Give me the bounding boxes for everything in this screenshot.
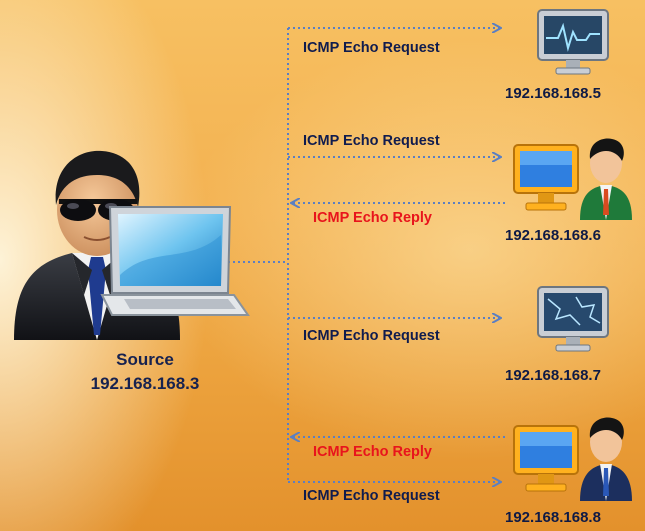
target-ip-2: 192.168.168.6 [505, 227, 601, 244]
user-with-monitor-icon [513, 138, 632, 220]
message-label-2-reply: ICMP Echo Reply [313, 210, 432, 226]
message-label-3-request: ICMP Echo Request [303, 328, 440, 344]
monitor-heartbeat-icon [537, 9, 609, 75]
source-label: Source [116, 350, 174, 369]
target-ip-3: 192.168.168.7 [505, 367, 601, 384]
target-ip-1: 192.168.168.5 [505, 85, 601, 102]
hacker-with-laptop-icon [14, 150, 250, 340]
source-ip: 192.168.168.3 [90, 374, 200, 393]
user-with-monitor-icon [513, 417, 632, 501]
message-label-4-request: ICMP Echo Request [303, 488, 440, 504]
network-diagram: Source 192.168.168.3 192.168.168.5 ICMP … [0, 0, 645, 531]
message-label-1-request: ICMP Echo Request [303, 40, 440, 56]
monitor-cracked-icon [537, 286, 609, 352]
message-label-2-request: ICMP Echo Request [303, 133, 440, 149]
message-label-4-reply: ICMP Echo Reply [313, 444, 432, 460]
target-ip-4: 192.168.168.8 [505, 509, 601, 526]
